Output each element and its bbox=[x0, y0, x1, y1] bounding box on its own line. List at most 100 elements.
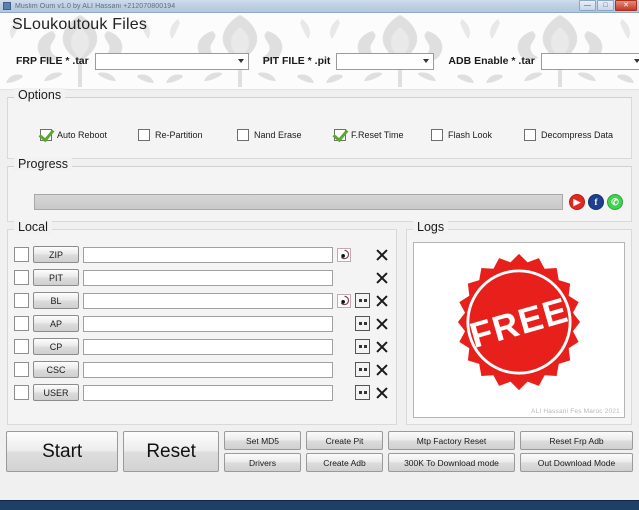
reset-frp-adb-button[interactable]: Reset Frp Adb bbox=[520, 431, 633, 450]
csc-path-input[interactable] bbox=[83, 361, 333, 378]
decompress-data-checkbox[interactable] bbox=[524, 129, 536, 141]
social-links: ▶ f ✆ bbox=[569, 194, 623, 210]
set-md5-button[interactable]: Set MD5 bbox=[224, 431, 301, 450]
bl-path-input[interactable] bbox=[83, 292, 333, 309]
create-adb-button[interactable]: Create Adb bbox=[306, 453, 383, 472]
local-title: Local bbox=[14, 220, 52, 234]
option-re-partition[interactable]: Re-Partition bbox=[138, 129, 237, 141]
user-row-checkbox[interactable] bbox=[14, 385, 29, 400]
user-browse-button[interactable] bbox=[355, 385, 370, 400]
option-flash-look[interactable]: Flash Look bbox=[431, 129, 524, 141]
pit-button[interactable]: PIT bbox=[33, 269, 79, 286]
pit-row-checkbox[interactable] bbox=[14, 270, 29, 285]
action-button-bar: Start Reset Set MD5 Drivers Create Pit C… bbox=[6, 431, 633, 472]
out-download-mode-button[interactable]: Out Download Mode bbox=[520, 453, 633, 472]
nand-erase-label: Nand Erase bbox=[254, 130, 302, 140]
pit-clear-button[interactable] bbox=[374, 270, 390, 286]
maximize-button[interactable]: □ bbox=[597, 0, 614, 11]
create-pit-button[interactable]: Create Pit bbox=[306, 431, 383, 450]
zip-spinner-icon[interactable] bbox=[337, 247, 351, 262]
csc-browse-button[interactable] bbox=[355, 362, 370, 377]
f-reset-time-checkbox[interactable] bbox=[334, 129, 346, 141]
auto-reboot-checkbox[interactable] bbox=[40, 129, 52, 141]
table-row: BL bbox=[14, 289, 390, 312]
zip-row-checkbox[interactable] bbox=[14, 247, 29, 262]
status-bar bbox=[0, 500, 639, 510]
bl-spinner-icon[interactable] bbox=[337, 293, 351, 308]
pit-path-input[interactable] bbox=[83, 269, 333, 286]
ap-button[interactable]: AP bbox=[33, 315, 79, 332]
frp-file-group: FRP FILE * .tar bbox=[16, 52, 249, 70]
nand-erase-checkbox[interactable] bbox=[237, 129, 249, 141]
zip-path-input[interactable] bbox=[83, 246, 333, 263]
table-row: CP bbox=[14, 335, 390, 358]
drivers-button[interactable]: Drivers bbox=[224, 453, 301, 472]
frp-download-button-pair: Reset Frp Adb Out Download Mode bbox=[520, 431, 633, 472]
facebook-glyph: f bbox=[594, 196, 598, 207]
youtube-icon[interactable]: ▶ bbox=[569, 194, 585, 210]
cp-path-input[interactable] bbox=[83, 338, 333, 355]
minimize-button[interactable]: — bbox=[579, 0, 596, 11]
bl-row-checkbox[interactable] bbox=[14, 293, 29, 308]
to-download-mode-button[interactable]: 300K To Download mode bbox=[388, 453, 515, 472]
progress-bar bbox=[34, 194, 563, 210]
re-partition-checkbox[interactable] bbox=[138, 129, 150, 141]
title-bar: Muslim Oum v1.0 by ALI Hassani +21207080… bbox=[0, 0, 639, 13]
re-partition-label: Re-Partition bbox=[155, 130, 203, 140]
zip-clear-button[interactable] bbox=[374, 247, 390, 263]
ap-clear-button[interactable] bbox=[374, 316, 390, 332]
cp-browse-button[interactable] bbox=[355, 339, 370, 354]
maximize-icon: □ bbox=[603, 2, 608, 9]
close-button[interactable]: ✕ bbox=[615, 0, 637, 11]
ap-path-input[interactable] bbox=[83, 315, 333, 332]
zip-button[interactable]: ZIP bbox=[33, 246, 79, 263]
bl-browse-button[interactable] bbox=[355, 293, 370, 308]
option-f-reset-time[interactable]: F.Reset Time bbox=[334, 129, 431, 141]
window-controls: — □ ✕ bbox=[579, 0, 637, 11]
page-title: SLoukoutouk Files bbox=[12, 16, 148, 33]
f-reset-time-label: F.Reset Time bbox=[351, 130, 404, 140]
logs-output[interactable]: FREE ALI Hassani Fes Maroc 2021 bbox=[413, 242, 625, 418]
cp-button[interactable]: CP bbox=[33, 338, 79, 355]
progress-title: Progress bbox=[14, 157, 73, 171]
mtp-factory-reset-button[interactable]: Mtp Factory Reset bbox=[388, 431, 515, 450]
reset-button[interactable]: Reset bbox=[123, 431, 219, 472]
local-group: Local ZIP PIT BL AP CP CSC USER bbox=[7, 220, 397, 425]
whatsapp-glyph: ✆ bbox=[611, 196, 619, 207]
user-path-input[interactable] bbox=[83, 384, 333, 401]
free-badge-icon: FREE bbox=[457, 253, 581, 391]
facebook-icon[interactable]: f bbox=[588, 194, 604, 210]
ap-row-checkbox[interactable] bbox=[14, 316, 29, 331]
csc-button[interactable]: CSC bbox=[33, 361, 79, 378]
chevron-down-icon bbox=[237, 59, 244, 63]
bl-clear-button[interactable] bbox=[374, 293, 390, 309]
ap-browse-button[interactable] bbox=[355, 316, 370, 331]
decompress-data-label: Decompress Data bbox=[541, 130, 614, 140]
user-clear-button[interactable] bbox=[374, 385, 390, 401]
header-banner: SLoukoutouk Files FRP FILE * .tar PIT FI… bbox=[0, 13, 639, 90]
mtp-download-button-pair: Mtp Factory Reset 300K To Download mode bbox=[388, 431, 515, 472]
table-row: USER bbox=[14, 381, 390, 404]
file-selector-row: FRP FILE * .tar PIT FILE * .pit ADB Enab… bbox=[0, 51, 639, 71]
adb-enable-label: ADB Enable * .tar bbox=[448, 55, 535, 67]
minimize-icon: — bbox=[584, 2, 591, 9]
option-decompress-data[interactable]: Decompress Data bbox=[524, 129, 613, 141]
pit-file-dropdown[interactable] bbox=[336, 52, 435, 70]
create-button-pair: Create Pit Create Adb bbox=[306, 431, 383, 472]
option-auto-reboot[interactable]: Auto Reboot bbox=[40, 129, 138, 141]
csc-clear-button[interactable] bbox=[374, 362, 390, 378]
cp-clear-button[interactable] bbox=[374, 339, 390, 355]
frp-file-dropdown[interactable] bbox=[94, 52, 249, 70]
bl-button[interactable]: BL bbox=[33, 292, 79, 309]
md5-drivers-button-pair: Set MD5 Drivers bbox=[224, 431, 301, 472]
whatsapp-icon[interactable]: ✆ bbox=[607, 194, 623, 210]
csc-row-checkbox[interactable] bbox=[14, 362, 29, 377]
application-window: Muslim Oum v1.0 by ALI Hassani +21207080… bbox=[0, 0, 639, 510]
cp-row-checkbox[interactable] bbox=[14, 339, 29, 354]
window-title: Muslim Oum v1.0 by ALI Hassani +21207080… bbox=[15, 2, 176, 10]
start-button[interactable]: Start bbox=[6, 431, 119, 472]
user-button[interactable]: USER bbox=[33, 384, 79, 401]
adb-enable-dropdown[interactable] bbox=[540, 52, 639, 70]
option-nand-erase[interactable]: Nand Erase bbox=[237, 129, 334, 141]
flash-look-checkbox[interactable] bbox=[431, 129, 443, 141]
